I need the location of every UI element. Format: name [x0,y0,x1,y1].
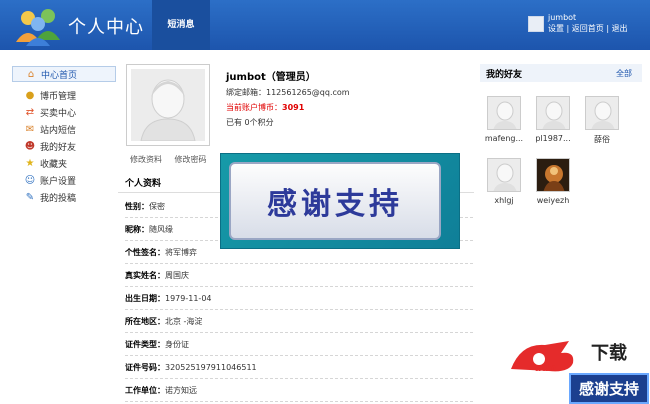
field-row: 证件号码： 320525197911046511 [125,356,473,379]
field-value: 周国庆 [165,270,189,280]
field-value: 1979-11-04 [165,293,212,303]
points-line: 已有 0个积分 [226,118,274,127]
field-value: 身份证 [165,339,189,349]
coins-icon: ● [25,89,35,101]
balance-value: 3091 [282,103,305,112]
star-icon: ★ [25,157,35,169]
sidebar-item-submissions[interactable]: ✎ 我的投稿 [12,189,116,205]
friend-avatar[interactable] [585,96,619,130]
field-label: 所在地区： [125,316,165,326]
field-value: 将军博弈 [165,247,197,257]
friend-name[interactable]: mafeng... [484,134,524,143]
sidebar-item-trade[interactable]: ⇄ 买卖中心 [12,104,116,120]
friends-all-link[interactable]: 全部 [616,68,632,79]
field-label: 出生日期： [125,293,165,303]
profile-name: jumbot（管理员） [226,72,316,83]
field-value: 诺方知远 [165,385,197,395]
banner-plate: 感谢支持 [229,162,441,240]
field-row: 工作单位： 诺方知远 [125,379,473,402]
field-row: 证件类型： 身份证 [125,333,473,356]
sidebar-item-label: 买卖中心 [40,108,77,119]
friend-item[interactable]: 薛俗 [582,96,622,145]
watermark-text: 感谢支持 [578,380,639,398]
field-value: 320525197911046511 [165,362,257,372]
tab-messages[interactable]: 短消息 [152,0,210,50]
friend-name[interactable]: xhlgj [484,196,524,205]
friend-item[interactable]: weiyezh [533,158,573,205]
account-icon: ☺ [24,174,36,186]
field-row: 真实姓名： 周国庆 [125,264,473,287]
avatar[interactable] [528,16,544,32]
sidebar-item-label: 站内短信 [40,125,77,136]
settings-link[interactable]: 设置 [548,24,564,33]
sidebar-item-favorites[interactable]: ★ 收藏夹 [12,155,116,171]
field-label: 性别： [125,201,149,211]
field-value: 保密 [149,201,165,211]
thanks-banner: 感谢支持 [220,153,460,249]
field-row: 所在地区： 北京 -海淀 [125,310,473,333]
email-line: 绑定邮箱：112561265@qq.com [226,88,350,97]
field-value: 北京 -海淀 [165,316,203,326]
friends-header: 我的好友 全部 [480,64,642,82]
header-bar: 个人中心 短消息 jumbot 设置 | 返回首页 | 退出 [0,0,650,50]
friend-avatar[interactable] [487,96,521,130]
trade-icon: ⇄ [25,106,35,118]
friend-item[interactable]: pl1987... [533,96,573,143]
section-title: 个人资料 [125,179,162,189]
mail-icon: ✉ [25,123,35,135]
sidebar-item-label: 中心首页 [41,70,78,81]
home-link[interactable]: 返回首页 [572,24,604,33]
sidebar-item-coins[interactable]: ● 博币管理 [12,87,116,103]
friend-name[interactable]: pl1987... [533,134,573,143]
watermark: 下载 adn 感谢支持 [505,335,650,404]
user-name[interactable]: jumbot [548,13,576,22]
friend-item[interactable]: xhlgj [484,158,524,205]
edit-password-link[interactable]: 修改密码 [175,155,207,164]
field-row: 出生日期： 1979-11-04 [125,287,473,310]
friend-avatar[interactable] [487,158,521,192]
sidebar-item-label: 我的好友 [40,142,77,153]
sidebar-item-mail[interactable]: ✉ 站内短信 [12,121,116,137]
sidebar-item-label: 我的投稿 [40,193,77,204]
field-label: 证件号码： [125,362,165,372]
friends-icon: ☻ [24,140,36,152]
site-title: 个人中心 [68,17,144,38]
friend-name[interactable]: weiyezh [533,196,573,205]
default-avatar-icon [131,69,205,141]
edit-info-link[interactable]: 修改资料 [130,155,162,164]
banner-text: 感谢支持 [267,187,403,222]
friend-avatar[interactable] [536,158,570,192]
sidebar-item-label: 收藏夹 [40,159,68,170]
document-icon: ✎ [25,191,35,203]
logout-link[interactable]: 退出 [612,24,628,33]
sidebar-item-home[interactable]: ⌂ 中心首页 [12,66,116,82]
friend-name[interactable]: 薛俗 [582,134,622,145]
home-icon: ⌂ [27,68,35,80]
field-label: 工作单位： [125,385,165,395]
user-links: 设置 | 返回首页 | 退出 [548,24,628,33]
field-value: 随风缘 [149,224,173,234]
sidebar-item-label: 博币管理 [40,91,77,102]
friend-avatar[interactable] [536,96,570,130]
friend-item[interactable]: mafeng... [484,96,524,143]
field-label: 昵称： [125,224,149,234]
field-label: 证件类型： [125,339,165,349]
watermark-adn-text: adn [535,363,557,374]
sidebar-item-friends[interactable]: ☻ 我的好友 [12,138,116,154]
profile-photo [126,64,210,146]
field-label: 真实姓名： [125,270,165,280]
photo-links: 修改资料 修改密码 [130,154,217,165]
sidebar-item-label: 账户设置 [40,176,77,187]
watermark-box: 感谢支持 [569,373,649,404]
watermark-download-text: 下载 [591,343,627,364]
sidebar: ⌂ 中心首页 ● 博币管理 ⇄ 买卖中心 ✉ 站内短信 ☻ 我的好友 ★ 收藏夹… [0,50,118,404]
balance-label: 当前账户博币： [226,103,282,112]
user-info: jumbot（管理员） 绑定邮箱：112561265@qq.com 当前账户博币… [226,68,350,132]
users-logo-icon [16,9,60,46]
balance-line: 当前账户博币：3091 [226,102,350,113]
field-label: 个性签名： [125,247,165,257]
friends-title: 我的好友 [486,70,523,80]
sidebar-item-account[interactable]: ☺ 账户设置 [12,172,116,188]
